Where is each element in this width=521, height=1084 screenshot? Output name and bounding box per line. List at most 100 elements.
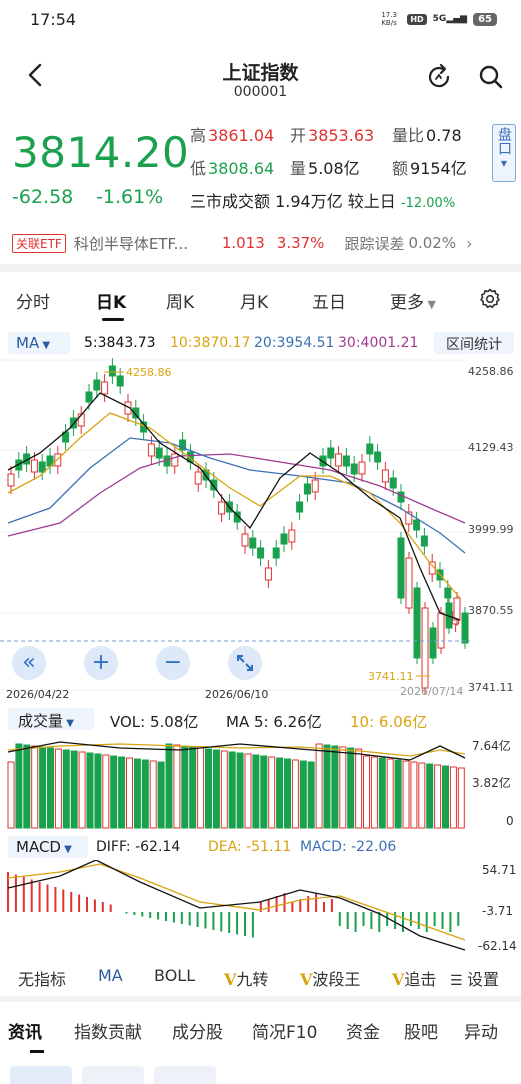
candle [296,501,304,513]
open-label: 开 [290,126,307,145]
volume-bar [102,754,110,829]
indicator-boduanwang-label: 波段王 [312,970,361,989]
indicator-zhuiji[interactable]: V追击 [392,966,436,990]
volume-bar [378,757,386,829]
status-time: 17:54 [30,10,77,29]
candle [93,379,101,391]
search-icon[interactable] [476,62,506,92]
tab-weekly-k[interactable]: 周K [166,288,194,313]
tab-anomaly[interactable]: 异动 [464,1018,498,1043]
pankou-button[interactable]: 盘口 ▼ [492,124,516,182]
date-label-mid: 2026/06/10 [205,688,268,701]
candle [311,479,319,493]
volume-bar [276,757,284,829]
tab-daily-k[interactable]: 日K [96,288,126,313]
candle [257,547,265,559]
macd-chart[interactable]: 54.71 -3.71 -62.14 [0,860,521,956]
candle [342,455,350,467]
status-icons: 17.3 KB/s HD 5G▂▄▆ 65 [381,11,497,27]
amount-value: 9154亿 [410,159,467,178]
minus-icon: − [163,650,183,675]
volume-bar [173,744,181,829]
pankou-caret-icon: ▼ [500,159,508,168]
macd-dea: DEA: -51.11 [208,839,292,855]
candle [288,529,296,543]
price-change: -62.58 [12,186,74,208]
double-chevron-left-icon: « [22,650,36,675]
candle [218,501,226,515]
net-speed: 17.3 KB/s [381,11,397,27]
volume-bar [165,743,173,829]
v-badge-icon: V [300,970,313,989]
interval-stats-button[interactable]: 区间统计 [434,332,514,354]
y-label-4: 3870.55 [468,604,514,617]
volume-bar [133,758,141,829]
indicator-none[interactable]: 无指标 [18,966,66,990]
sub-chip[interactable] [82,1066,144,1084]
gear-icon[interactable] [478,287,502,311]
scroll-left-button[interactable]: « [12,646,46,680]
indicator-ma[interactable]: MA [98,966,123,985]
sub-chip[interactable] [154,1066,216,1084]
volume-bar [291,759,299,829]
volume-selector-button[interactable]: 成交量 ▼ [8,708,94,730]
macd-selector-button[interactable]: MACD ▼ [8,836,88,858]
refresh-icon[interactable] [424,62,454,92]
tab-forum[interactable]: 股吧 [404,1018,438,1043]
ma-selector-button[interactable]: MA ▼ [8,332,70,354]
volume-bar [355,748,363,829]
volume-legend: 成交量 ▼ VOL: 5.08亿 MA 5: 6.26亿 10: 6.06亿 [0,708,521,732]
high-label: 高 [190,126,207,145]
volume-bar [94,753,102,829]
indicator-settings[interactable]: ☰ 设置 [450,966,499,990]
zoom-in-button[interactable]: + [84,646,118,680]
fullscreen-button[interactable] [228,646,262,680]
ma-legend: MA ▼ 5:3843.73 10:3870.17 20:3954.51 30:… [0,332,521,356]
battery-icon: 65 [473,12,497,26]
volume-bar [418,762,426,829]
candle [437,612,445,649]
indicator-settings-label: 设置 [467,970,500,989]
tab-news[interactable]: 资讯 [8,1018,42,1043]
chevron-right-icon: › [466,233,473,253]
ma5-value: 5:3843.73 [84,335,156,351]
info-tabs: 资讯 指数贡献 成分股 简况F10 资金 股吧 异动 [0,1014,521,1054]
etf-name: 科创半导体ETF... [73,234,188,253]
zoom-out-button[interactable]: − [156,646,190,680]
tab-more-label: 更多 [390,293,424,313]
tab-index-contribution[interactable]: 指数贡献 [74,1018,142,1043]
candle [429,627,437,659]
indicator-jiuzhuan[interactable]: V九转 [224,966,268,990]
volume-chart[interactable]: 7.64亿 3.82亿 0 [0,734,521,832]
macd-y-mid: -3.71 [482,904,513,918]
market-turnover: 三市成交额 1.94万亿 较上日 [190,192,396,211]
tab-fenshi[interactable]: 分时 [16,288,50,313]
volume-bar [205,748,212,829]
low-value: 3808.64 [208,159,275,178]
open-value: 3853.63 [308,126,375,145]
amount-label: 额 [392,159,409,178]
candle [461,612,469,644]
y-label-2: 4129.43 [468,441,514,454]
indicator-boduanwang[interactable]: V波段王 [300,966,360,990]
indicator-boll[interactable]: BOLL [154,966,195,985]
tracking-value: 0.02% [408,234,457,252]
tab-underline [102,318,124,321]
tab-five-day[interactable]: 五日 [312,288,346,313]
tab-constituents[interactable]: 成分股 [172,1018,223,1043]
ma-button-label: MA [16,334,40,352]
candle [85,391,93,403]
vol-ma10-value: 10: 6.06亿 [350,713,428,731]
tab-profile-f10[interactable]: 简况F10 [252,1018,317,1043]
sub-chip[interactable] [10,1066,72,1084]
caret-down-icon: ▼ [39,340,51,351]
tab-monthly-k[interactable]: 月K [240,288,268,313]
volume-bar [252,754,260,829]
tab-more[interactable]: 更多 ▼ [390,288,436,313]
plus-icon: + [91,650,111,675]
related-etf-row[interactable]: 关联ETF 科创半导体ETF... 1.013 3.37% 跟踪误差 0.02%… [12,232,512,254]
tab-funds[interactable]: 资金 [346,1018,380,1043]
vol-y-top: 7.64亿 [472,738,511,753]
volume-bar [457,767,465,829]
volume-bar [31,745,39,829]
